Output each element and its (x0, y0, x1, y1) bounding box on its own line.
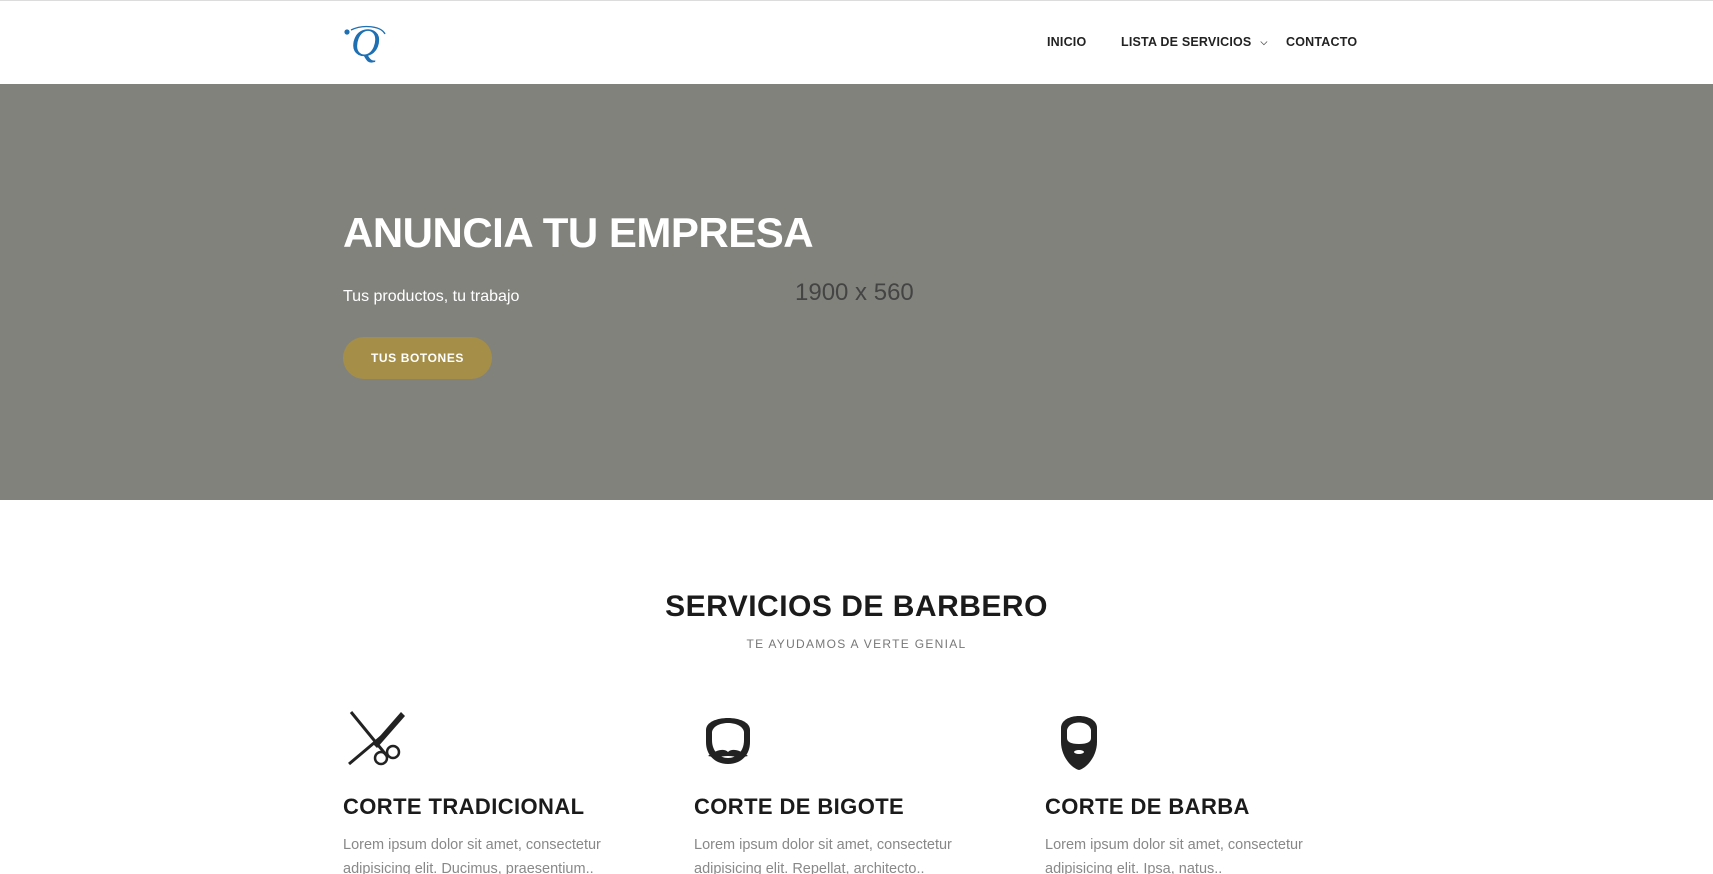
service-description: Lorem ipsum dolor sit amet, consectetur … (1045, 837, 1303, 874)
logo-icon[interactable]: Q (343, 20, 389, 64)
service-card: CORTE DE BARBA Lorem ipsum dolor sit ame… (1045, 706, 1335, 874)
hero-title: ANUNCIA TU EMPRESA (343, 209, 814, 256)
mustache-face-icon (706, 718, 750, 764)
image-placeholder-label: 1900 x 560 (795, 279, 914, 306)
site-header: Q INICIO LISTA DE SERVICIOS ⌵ CONTACTO (0, 1, 1713, 84)
service-title: CORTE DE BIGOTE (694, 794, 905, 819)
nav-contacto[interactable]: CONTACTO (1286, 35, 1357, 49)
hero-cta-button[interactable]: TUS BOTONES (343, 337, 492, 379)
hero-subtitle: Tus productos, tu trabajo (343, 288, 520, 305)
service-description: Lorem ipsum dolor sit amet, consectetur … (343, 837, 601, 874)
service-card: CORTE DE BIGOTE Lorem ipsum dolor sit am… (694, 706, 984, 874)
service-description: Lorem ipsum dolor sit amet, consectetur … (694, 837, 952, 874)
service-card: CORTE TRADICIONAL Lorem ipsum dolor sit … (343, 706, 633, 874)
section-subtitle: TE AYUDAMOS A VERTE GENIAL (746, 637, 967, 651)
nav-lista-de-servicios[interactable]: LISTA DE SERVICIOS ⌵ (1121, 35, 1268, 49)
service-title: CORTE DE BARBA (1045, 794, 1250, 819)
chevron-down-icon: ⌵ (1260, 37, 1268, 47)
service-title: CORTE TRADICIONAL (343, 794, 585, 819)
nav-lista-de-servicios-label: LISTA DE SERVICIOS (1121, 35, 1252, 49)
section-title: SERVICIOS DE BARBERO (665, 590, 1048, 623)
scissors-comb-icon (348, 711, 405, 766)
hero-banner: ANUNCIA TU EMPRESA Tus productos, tu tra… (0, 84, 1713, 500)
beard-face-icon (1061, 716, 1097, 770)
nav-inicio[interactable]: INICIO (1047, 35, 1086, 49)
